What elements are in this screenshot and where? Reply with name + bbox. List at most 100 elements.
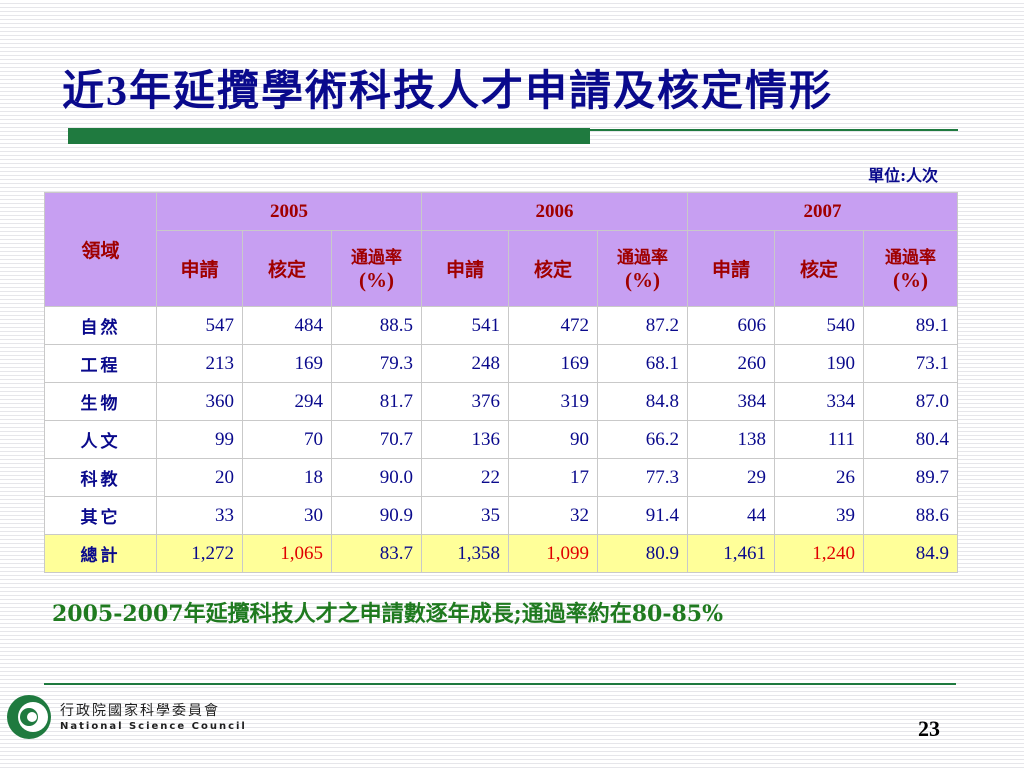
cell-value: 260 [687, 344, 775, 383]
cell-value: 99 [156, 420, 243, 459]
table-row: 其它 33 30 90.9 35 32 91.4 44 39 88.6 [44, 496, 958, 535]
cell-value: 84.9 [863, 534, 958, 573]
cell-value: 213 [156, 344, 243, 383]
cell-value: 90 [508, 420, 598, 459]
cell-value: 87.2 [597, 306, 688, 345]
logo-name-en: National Science Council [60, 721, 247, 732]
cell-value: 84.8 [597, 382, 688, 421]
cell-value: 79.3 [331, 344, 422, 383]
cell-value: 136 [421, 420, 509, 459]
table-row: 工程 213 169 79.3 248 169 68.1 260 190 73.… [44, 344, 958, 383]
cell-value: 319 [508, 382, 598, 421]
title-underline-bar [68, 128, 590, 144]
cell-value: 88.6 [863, 496, 958, 535]
header-year-2006: 2006 [421, 192, 688, 231]
header-year-2007: 2007 [687, 192, 958, 231]
total-label: 總計 [44, 534, 157, 573]
cell-value: 73.1 [863, 344, 958, 383]
cell-value: 18 [242, 458, 332, 497]
cell-value: 91.4 [597, 496, 688, 535]
cell-value: 89.1 [863, 306, 958, 345]
header-apply: 申請 [687, 230, 775, 307]
cell-value: 80.4 [863, 420, 958, 459]
cell-value: 32 [508, 496, 598, 535]
cell-value: 70 [242, 420, 332, 459]
cell-value: 90.9 [331, 496, 422, 535]
cell-value: 39 [774, 496, 864, 535]
cell-value: 248 [421, 344, 509, 383]
header-apply: 申請 [421, 230, 509, 307]
cell-value: 384 [687, 382, 775, 421]
cell-value: 26 [774, 458, 864, 497]
row-field-name: 工程 [44, 344, 157, 383]
table-row: 人文 99 70 70.7 136 90 66.2 138 111 80.4 [44, 420, 958, 459]
row-field-name: 其它 [44, 496, 157, 535]
header-apply: 申請 [156, 230, 243, 307]
cell-value: 20 [156, 458, 243, 497]
cell-value: 360 [156, 382, 243, 421]
table-row: 生物 360 294 81.7 376 319 84.8 384 334 87.… [44, 382, 958, 421]
cell-value: 33 [156, 496, 243, 535]
cell-value: 30 [242, 496, 332, 535]
header-rate: 通過率 (%) [597, 230, 688, 307]
title-underline-line [590, 129, 958, 131]
header-approve: 核定 [242, 230, 332, 307]
header-field: 領域 [44, 192, 157, 307]
cell-value: 547 [156, 306, 243, 345]
cell-value: 1,272 [156, 534, 243, 573]
statistics-table: 領域 2005 2006 2007 申請 核定 通過率 (%) 申請 核定 通過率… [44, 192, 958, 573]
row-field-name: 科教 [44, 458, 157, 497]
cell-value: 606 [687, 306, 775, 345]
cell-value: 70.7 [331, 420, 422, 459]
cell-value: 35 [421, 496, 509, 535]
row-field-name: 自然 [44, 306, 157, 345]
cell-value: 88.5 [331, 306, 422, 345]
page-number: 23 [918, 716, 940, 741]
cell-value: 169 [508, 344, 598, 383]
cell-value: 17 [508, 458, 598, 497]
cell-value: 66.2 [597, 420, 688, 459]
footer-divider [44, 683, 956, 685]
cell-value: 541 [421, 306, 509, 345]
cell-value: 294 [242, 382, 332, 421]
cell-value-highlight: 1,099 [508, 534, 598, 573]
slide-title: 近3年延攬學術科技人才申請及核定情形 [62, 66, 834, 115]
cell-value: 111 [774, 420, 864, 459]
cell-value: 68.1 [597, 344, 688, 383]
header-rate: 通過率 (%) [331, 230, 422, 307]
nsc-emblem-icon [7, 695, 51, 739]
logo-name-cn: 行政院國家科學委員會 [60, 703, 220, 719]
cell-value: 190 [774, 344, 864, 383]
cell-value: 90.0 [331, 458, 422, 497]
row-field-name: 人文 [44, 420, 157, 459]
cell-value: 29 [687, 458, 775, 497]
cell-value: 138 [687, 420, 775, 459]
cell-value: 1,461 [687, 534, 775, 573]
cell-value: 376 [421, 382, 509, 421]
cell-value: 22 [421, 458, 509, 497]
cell-value: 484 [242, 306, 332, 345]
row-field-name: 生物 [44, 382, 157, 421]
header-approve: 核定 [774, 230, 864, 307]
unit-label: 單位:人次 [868, 166, 938, 185]
cell-value: 472 [508, 306, 598, 345]
cell-value: 80.9 [597, 534, 688, 573]
header-approve: 核定 [508, 230, 598, 307]
header-rate: 通過率 (%) [863, 230, 958, 307]
cell-value: 87.0 [863, 382, 958, 421]
table-row: 科教 20 18 90.0 22 17 77.3 29 26 89.7 [44, 458, 958, 497]
cell-value: 334 [774, 382, 864, 421]
total-row: 總計 1,272 1,065 83.7 1,358 1,099 80.9 1,4… [44, 534, 958, 573]
table-row: 自然 547 484 88.5 541 472 87.2 606 540 89.… [44, 306, 958, 345]
cell-value: 77.3 [597, 458, 688, 497]
cell-value: 83.7 [331, 534, 422, 573]
cell-value: 89.7 [863, 458, 958, 497]
cell-value: 81.7 [331, 382, 422, 421]
cell-value-highlight: 1,240 [774, 534, 864, 573]
cell-value: 44 [687, 496, 775, 535]
cell-value: 169 [242, 344, 332, 383]
header-year-2005: 2005 [156, 192, 422, 231]
summary-text: 2005-2007年延攬科技人才之申請數逐年成長;通過率約在80-85% [52, 601, 723, 627]
cell-value-highlight: 1,065 [242, 534, 332, 573]
cell-value: 540 [774, 306, 864, 345]
